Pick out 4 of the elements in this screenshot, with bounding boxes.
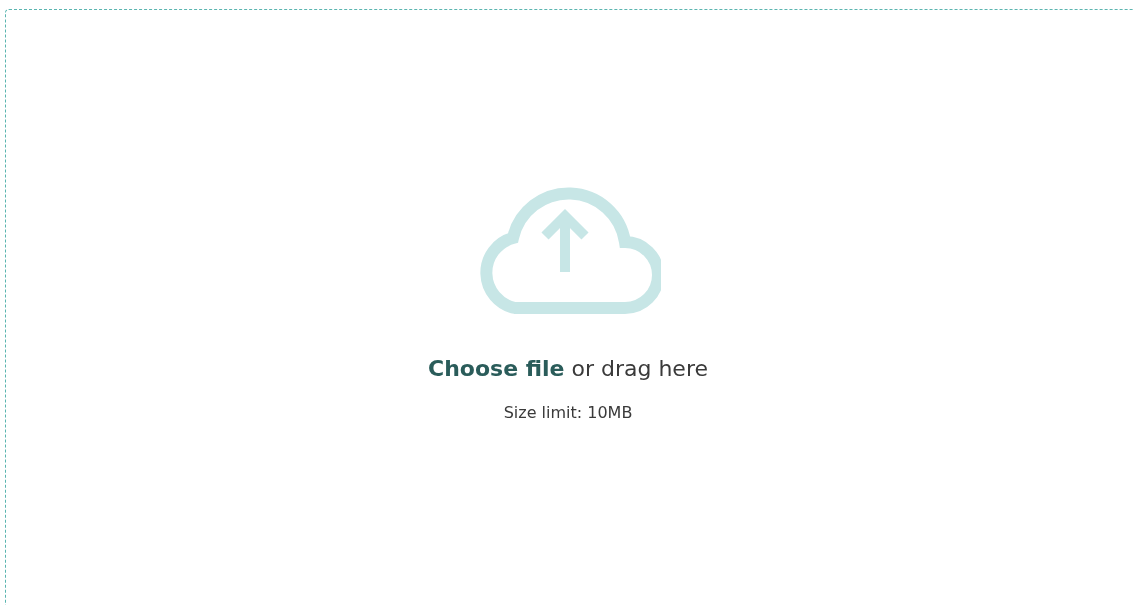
upload-prompt: Choose file or drag here (428, 356, 708, 381)
size-limit-text: Size limit: 10MB (503, 403, 633, 422)
choose-file-link[interactable]: Choose file (428, 356, 565, 381)
file-dropzone[interactable]: Choose file or drag here Size limit: 10MB (5, 9, 1133, 605)
